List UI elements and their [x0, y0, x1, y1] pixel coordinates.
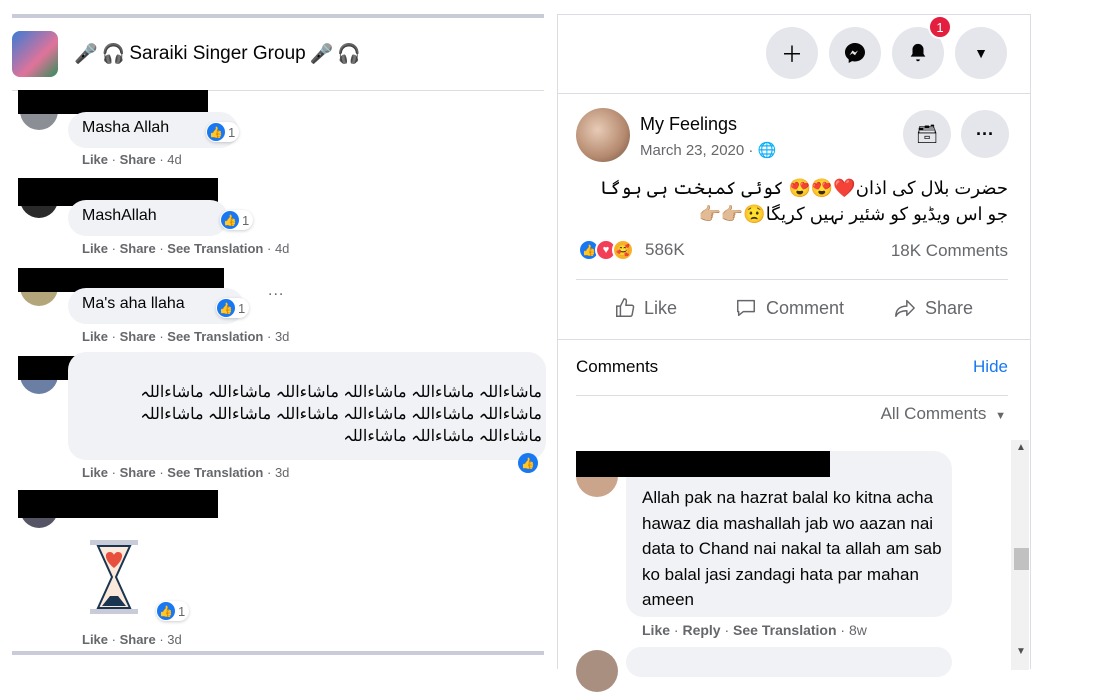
post-panel: ＋ 1 ▼ My Feelings March 23, 2020 · 🌐 🗃 ·… [557, 14, 1031, 692]
divider [558, 339, 1030, 340]
headphones-icon: 🎧 [101, 44, 126, 65]
share-icon [895, 299, 915, 317]
scrollbar-thumb[interactable] [1014, 548, 1029, 570]
post-date-row[interactable]: March 23, 2020 · 🌐 [640, 141, 776, 159]
redacted-name [576, 451, 830, 477]
header-divider [558, 93, 1030, 94]
top-divider [12, 14, 544, 18]
ellipsis-icon: ··· [976, 123, 994, 144]
comment-text: Allah pak na hazrat balal ko kitna acha … [642, 488, 942, 609]
comment-bubble: ماشاءاللہ ماشاءاللہ ماشاءاللہ ماشاءاللہ … [68, 352, 546, 460]
comment-text: MashAllah [82, 207, 157, 224]
comment-meta: Like · Share · See Translation · 3d [82, 329, 290, 344]
reaction-count: 586K [645, 240, 685, 259]
comment-meta: Like · Share · 3d [82, 632, 182, 647]
like-link[interactable]: Like [82, 152, 108, 167]
create-button[interactable]: ＋ [766, 27, 818, 79]
comment-text: ماشاءاللہ ماشاءاللہ ماشاءاللہ ماشاءاللہ … [140, 384, 542, 445]
messenger-button[interactable] [829, 27, 881, 79]
like-link[interactable]: Like [82, 329, 108, 344]
reaction-count[interactable]: 👍 1 [206, 122, 240, 142]
reaction-count[interactable]: 👍 1 [216, 298, 250, 318]
comment-bubble: MashAllah [68, 200, 228, 236]
archive-icon: 🗃 [915, 123, 939, 144]
notifications-button[interactable]: 1 [892, 15, 952, 79]
comment-meta: Like · Share · See Translation · 3d [82, 465, 290, 480]
redacted-name [18, 490, 218, 518]
avatar[interactable] [576, 650, 618, 692]
comment-icon [737, 299, 755, 317]
microphone-icon: 🎤 [309, 44, 334, 65]
comment-bubble [626, 647, 952, 677]
bottom-divider [12, 651, 544, 655]
thumbs-up-icon[interactable]: 👍 [518, 453, 538, 473]
save-post-button[interactable]: 🗃 [903, 110, 951, 158]
hourglass-heart-sticker [90, 540, 138, 614]
reaction-icons: 👍 ♥ 🥰 [578, 239, 634, 261]
divider [576, 395, 1008, 396]
headphones-icon: 🎧 [337, 44, 362, 65]
thumbs-up-icon: 👍 [221, 211, 239, 229]
share-link[interactable]: Share [120, 632, 156, 647]
like-button[interactable]: Like [614, 297, 677, 319]
account-menu-button[interactable]: ▼ [955, 27, 1007, 79]
reply-link[interactable]: Reply [682, 622, 720, 638]
share-button[interactable]: Share [893, 297, 973, 319]
comments-heading: Comments [576, 357, 659, 376]
like-link[interactable]: Like [82, 632, 108, 647]
comment-meta: Like · Reply · See Translation · 8w [642, 622, 867, 638]
thumbs-up-icon: 👍 [207, 123, 225, 141]
like-link[interactable]: Like [642, 622, 670, 638]
thumbs-up-icon [616, 298, 635, 317]
thumbs-up-icon: 👍 [157, 602, 175, 620]
divider [576, 279, 1008, 280]
caret-down-icon: ▼ [974, 45, 988, 61]
group-avatar[interactable] [12, 31, 58, 77]
reaction-count[interactable]: 👍 1 [220, 210, 254, 230]
comment-text: Ma's aha llaha [82, 295, 185, 312]
share-link[interactable]: Share [120, 152, 156, 167]
see-translation-link[interactable]: See Translation [167, 465, 263, 480]
post-text: حضرت بلال کی اذان❤️😍😍 کوئی کمبخت ہی ہوگا… [599, 178, 1008, 224]
hide-comments-link[interactable]: Hide [973, 357, 1008, 377]
messenger-icon [845, 43, 865, 63]
comment-meta: Like · Share · 4d [82, 152, 182, 167]
see-translation-link[interactable]: See Translation [167, 241, 263, 256]
plus-icon: ＋ [780, 42, 803, 67]
comments-filter-dropdown[interactable]: All Comments ▼ [881, 404, 1006, 424]
more-options-button[interactable]: ··· [961, 110, 1009, 158]
comments-count[interactable]: 18K Comments [891, 241, 1008, 261]
post-author[interactable]: My Feelings [640, 114, 737, 135]
group-comments-panel: 🎤 🎧 Saraiki Singer Group 🎤 🎧 Masha Allah… [0, 0, 548, 669]
group-name-row[interactable]: 🎤 🎧 Saraiki Singer Group 🎤 🎧 [74, 42, 361, 66]
scroll-up-icon[interactable]: ▲ [1016, 442, 1026, 453]
page-avatar[interactable] [576, 108, 630, 162]
globe-icon: 🌐 [757, 142, 777, 159]
notification-badge: 1 [928, 15, 952, 39]
thumbs-up-icon: 👍 [217, 299, 235, 317]
care-reaction-icon: 🥰 [612, 239, 634, 261]
more-options-icon[interactable]: ... [268, 282, 284, 300]
caret-down-icon: ▼ [995, 410, 1006, 422]
like-link[interactable]: Like [82, 241, 108, 256]
bell-icon [910, 43, 926, 62]
scroll-down-icon[interactable]: ▼ [1016, 646, 1026, 657]
see-translation-link[interactable]: See Translation [167, 329, 263, 344]
scrollbar[interactable]: ▲ ▼ [1011, 440, 1029, 670]
share-link[interactable]: Share [120, 241, 156, 256]
like-link[interactable]: Like [82, 465, 108, 480]
share-link[interactable]: Share [120, 465, 156, 480]
comment-button[interactable]: Comment [734, 297, 844, 319]
comment-text: Masha Allah [82, 119, 170, 136]
microphone-icon: 🎤 [74, 44, 98, 65]
comment-meta: Like · Share · See Translation · 4d [82, 241, 290, 256]
reaction-count[interactable]: 👍 1 [156, 601, 190, 621]
see-translation-link[interactable]: See Translation [733, 622, 836, 638]
group-name: Saraiki Singer Group [129, 43, 306, 64]
group-header: 🎤 🎧 Saraiki Singer Group 🎤 🎧 [12, 28, 361, 80]
share-link[interactable]: Share [120, 329, 156, 344]
redacted-name [18, 90, 208, 114]
reactions-summary[interactable]: 👍 ♥ 🥰 586K [578, 239, 685, 261]
